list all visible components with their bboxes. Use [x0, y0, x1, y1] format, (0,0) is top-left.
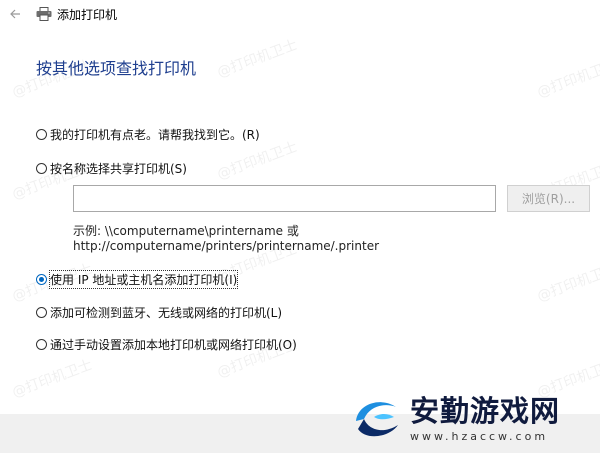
back-button[interactable] — [4, 3, 26, 25]
browse-button[interactable]: 浏览(R)... — [507, 185, 590, 212]
brand-name: 安勤游戏网 — [410, 394, 561, 428]
site-brand: 安勤游戏网 www.hzaccw.com — [352, 395, 598, 451]
option-label: 使用 IP 地址或主机名添加打印机(I) — [48, 270, 239, 289]
option-bluetooth-wireless[interactable]: 添加可检测到蓝牙、无线或网络的打印机(L) — [36, 304, 282, 321]
option-shared-printer[interactable]: 按名称选择共享打印机(S) — [36, 160, 187, 177]
watermark: @打印机卫士 — [10, 357, 95, 401]
radio-button[interactable] — [36, 163, 47, 174]
radio-button[interactable] — [36, 129, 47, 140]
watermark: @打印机卫士 — [535, 261, 600, 305]
brand-logo-icon — [356, 402, 398, 437]
radio-button[interactable] — [36, 339, 47, 350]
brand-url: www.hzaccw.com — [410, 430, 549, 443]
radio-button[interactable] — [36, 307, 47, 318]
page-heading: 按其他选项查找打印机 — [36, 59, 197, 78]
back-arrow-icon — [10, 9, 20, 19]
watermark: @打印机卫士 — [215, 37, 300, 81]
option-ip-address[interactable]: 使用 IP 地址或主机名添加打印机(I) — [36, 270, 239, 289]
watermark: @打印机卫士 — [215, 139, 300, 183]
printer-icon — [36, 7, 52, 21]
option-label: 按名称选择共享打印机(S) — [50, 162, 187, 176]
example-text-line1: 示例: \\computername\printername 或 — [73, 224, 299, 238]
option-old-printer[interactable]: 我的打印机有点老。请帮我找到它。(R) — [36, 126, 260, 143]
window-title: 添加打印机 — [57, 8, 118, 22]
option-label: 我的打印机有点老。请帮我找到它。(R) — [50, 128, 260, 142]
watermark: @打印机卫士 — [535, 57, 600, 101]
title-bar: 添加打印机 — [0, 0, 600, 28]
option-manual-settings[interactable]: 通过手动设置添加本地打印机或网络打印机(O) — [36, 336, 297, 353]
option-label: 通过手动设置添加本地打印机或网络打印机(O) — [50, 338, 297, 352]
example-text-line2: http://computername/printers/printername… — [73, 239, 380, 253]
shared-printer-name-input[interactable] — [73, 185, 496, 212]
option-label: 添加可检测到蓝牙、无线或网络的打印机(L) — [50, 306, 283, 320]
radio-button-selected[interactable] — [36, 274, 47, 285]
